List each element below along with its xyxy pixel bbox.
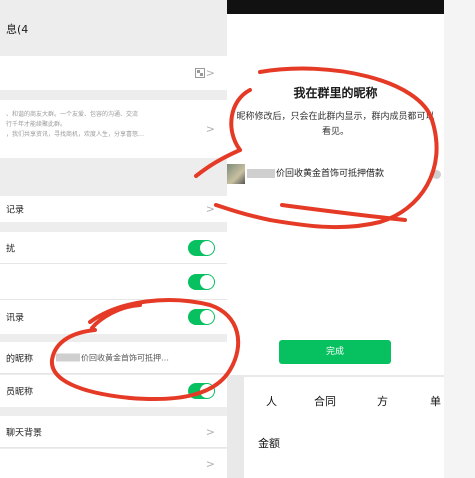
document-word: 人	[266, 395, 277, 408]
mute-row: 扰	[0, 232, 227, 264]
nickname-input-value: 价回收黄金首饰可抵押借款	[276, 169, 385, 179]
save-to-contacts-row: 讯录	[0, 300, 227, 334]
edit-nickname-panel: 我在群里的昵称 昵称修改后，只会在此群内显示，群内成员都可以 看见。 价回收黄金…	[227, 0, 444, 478]
document-word: 合同	[314, 395, 336, 408]
mute-label: 扰	[6, 244, 16, 254]
edit-nickname-description: 昵称修改后，只会在此群内显示，群内成员都可以 看见。	[227, 110, 444, 140]
show-member-nickname-row: 员昵称	[0, 375, 227, 407]
document-amount-label: 金额	[258, 437, 280, 450]
avatar	[227, 164, 245, 184]
description-line-2: 看见。	[321, 127, 349, 137]
edit-nickname-title: 我在群里的昵称	[293, 86, 378, 100]
done-button[interactable]: 完成	[279, 340, 391, 364]
show-member-nickname-toggle[interactable]	[188, 383, 215, 399]
background-strip	[444, 0, 475, 478]
my-nickname-row[interactable]: 的昵称 价回收黄金首饰可抵押…	[0, 342, 227, 374]
chevron-right-icon: >	[205, 202, 215, 216]
chat-history-label: 记录	[6, 205, 25, 216]
chat-history-row[interactable]: 记录 >	[0, 196, 227, 222]
mute-toggle[interactable]	[188, 239, 215, 256]
settings-row[interactable]: >	[0, 449, 227, 478]
chat-background-row[interactable]: 聊天背景 >	[0, 416, 227, 448]
save-to-contacts-toggle[interactable]	[188, 309, 215, 325]
my-nickname-value: 价回收黄金首饰可抵押…	[56, 352, 169, 363]
sticky-row	[0, 264, 227, 300]
page-title: 息(4	[0, 14, 227, 46]
chevron-right-icon: >	[205, 457, 215, 470]
show-member-nickname-label: 员昵称	[6, 387, 34, 398]
document-word: 方	[377, 395, 388, 408]
status-bar	[227, 0, 444, 14]
my-nickname-label: 的昵称	[6, 354, 34, 364]
nickname-input[interactable]: 价回收黄金首饰可抵押借款	[247, 166, 437, 179]
chevron-right-icon: >	[205, 425, 215, 438]
document-word: 单	[430, 395, 441, 408]
group-announcement-row[interactable]: 、和谐的商友大群。一个友爱、包容的沟通、交流 行千年才能续聚此群。 ，我们共享资…	[0, 100, 227, 158]
save-to-contacts-label: 讯录	[6, 313, 25, 324]
group-announcement-text: 、和谐的商友大群。一个友爱、包容的沟通、交流 行千年才能续聚此群。 ，我们共享资…	[6, 111, 145, 138]
sticky-toggle[interactable]	[188, 273, 215, 290]
chevron-right-icon: >	[205, 122, 215, 136]
qr-code-icon	[195, 68, 205, 78]
blurred-text	[247, 169, 275, 178]
document-preview: 人 合同 方 单 金额	[244, 377, 444, 478]
chevron-right-icon: >	[205, 66, 215, 80]
clear-icon[interactable]	[432, 170, 441, 179]
description-line-1: 昵称修改后，只会在此群内显示，群内成员都可以	[236, 112, 435, 122]
group-qr-code-row[interactable]: >	[0, 56, 227, 90]
chat-background-label: 聊天背景	[6, 428, 43, 438]
group-info-panel: 息(4 > 、和谐的商友大群。一个友爱、包容的沟通、交流 行千年才能续聚此群。 …	[0, 0, 227, 478]
